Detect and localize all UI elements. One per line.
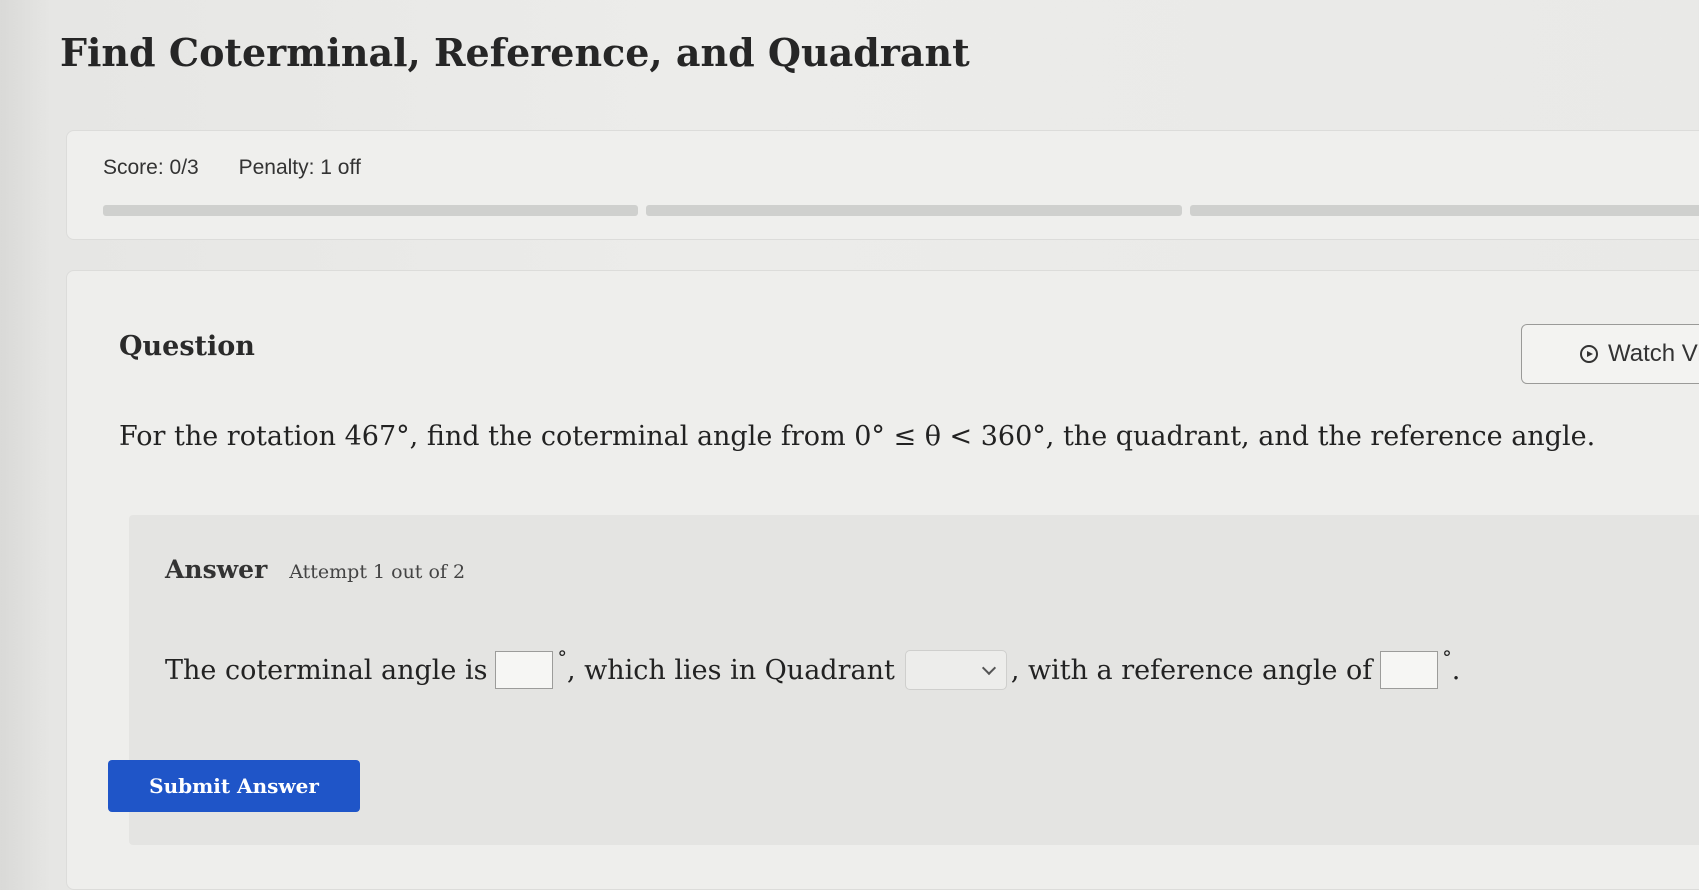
penalty-text: Penalty: 1 off	[238, 156, 361, 179]
chevron-down-icon	[981, 660, 996, 675]
answer-sentence: The coterminal angle is ° , which lies i…	[165, 647, 1461, 690]
progress-bar	[103, 205, 1699, 216]
answer-label: Answer	[165, 555, 268, 584]
coterminal-angle-input[interactable]	[495, 651, 554, 689]
answer-header: Answer Attempt 1 out of 2	[165, 555, 465, 584]
answer-panel: Answer Attempt 1 out of 2 The coterminal…	[129, 515, 1699, 845]
score-card: Score: 0/3 Penalty: 1 off	[66, 130, 1699, 240]
progress-segment	[1189, 205, 1699, 216]
score-text: Score: 0/3	[103, 156, 199, 179]
watch-video-label: Watch Vi	[1608, 340, 1699, 367]
submit-answer-button[interactable]: Submit Answer	[108, 760, 360, 812]
answer-text-part1: The coterminal angle is	[165, 654, 488, 686]
degree-symbol: °	[1442, 647, 1452, 669]
answer-text-part3: , with a reference angle of	[1010, 654, 1373, 686]
reference-angle-input[interactable]	[1380, 651, 1439, 689]
answer-text-part2: , which lies in Quadrant	[566, 654, 895, 686]
play-icon	[1580, 345, 1598, 363]
question-heading: Question	[119, 331, 255, 362]
question-text: For the rotation 467°, find the cotermin…	[119, 421, 1596, 452]
score-line: Score: 0/3 Penalty: 1 off	[103, 156, 395, 180]
degree-symbol: °	[557, 647, 567, 669]
answer-text-end: .	[1451, 654, 1461, 686]
attempt-counter: Attempt 1 out of 2	[289, 561, 466, 583]
page-title: Find Coterminal, Reference, and Quadrant	[60, 30, 970, 75]
quadrant-select[interactable]	[904, 650, 1007, 690]
progress-segment	[103, 205, 639, 216]
progress-segment	[646, 205, 1182, 216]
watch-video-button[interactable]: Watch Vi	[1521, 324, 1699, 384]
